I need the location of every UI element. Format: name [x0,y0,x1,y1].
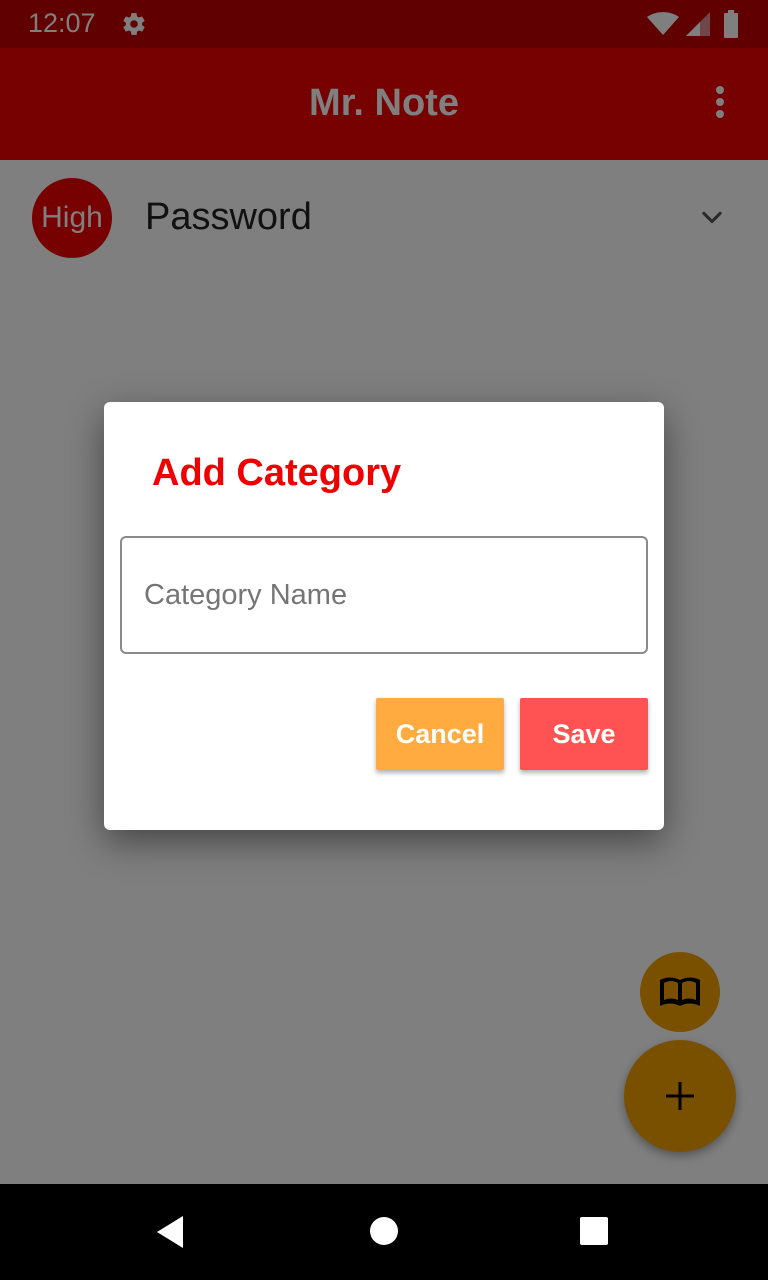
category-name-input[interactable] [120,536,648,654]
recents-icon[interactable] [579,1216,609,1246]
cancel-button[interactable]: Cancel [376,698,504,770]
home-icon[interactable] [369,1216,399,1246]
add-category-dialog: Add Category Cancel Save [104,402,664,830]
screen: 12:07 Mr. Note High Password [0,0,768,1280]
dialog-title: Add Category [152,452,402,494]
save-button[interactable]: Save [520,698,648,770]
back-icon[interactable] [155,1214,185,1250]
nav-bar [0,1184,768,1280]
